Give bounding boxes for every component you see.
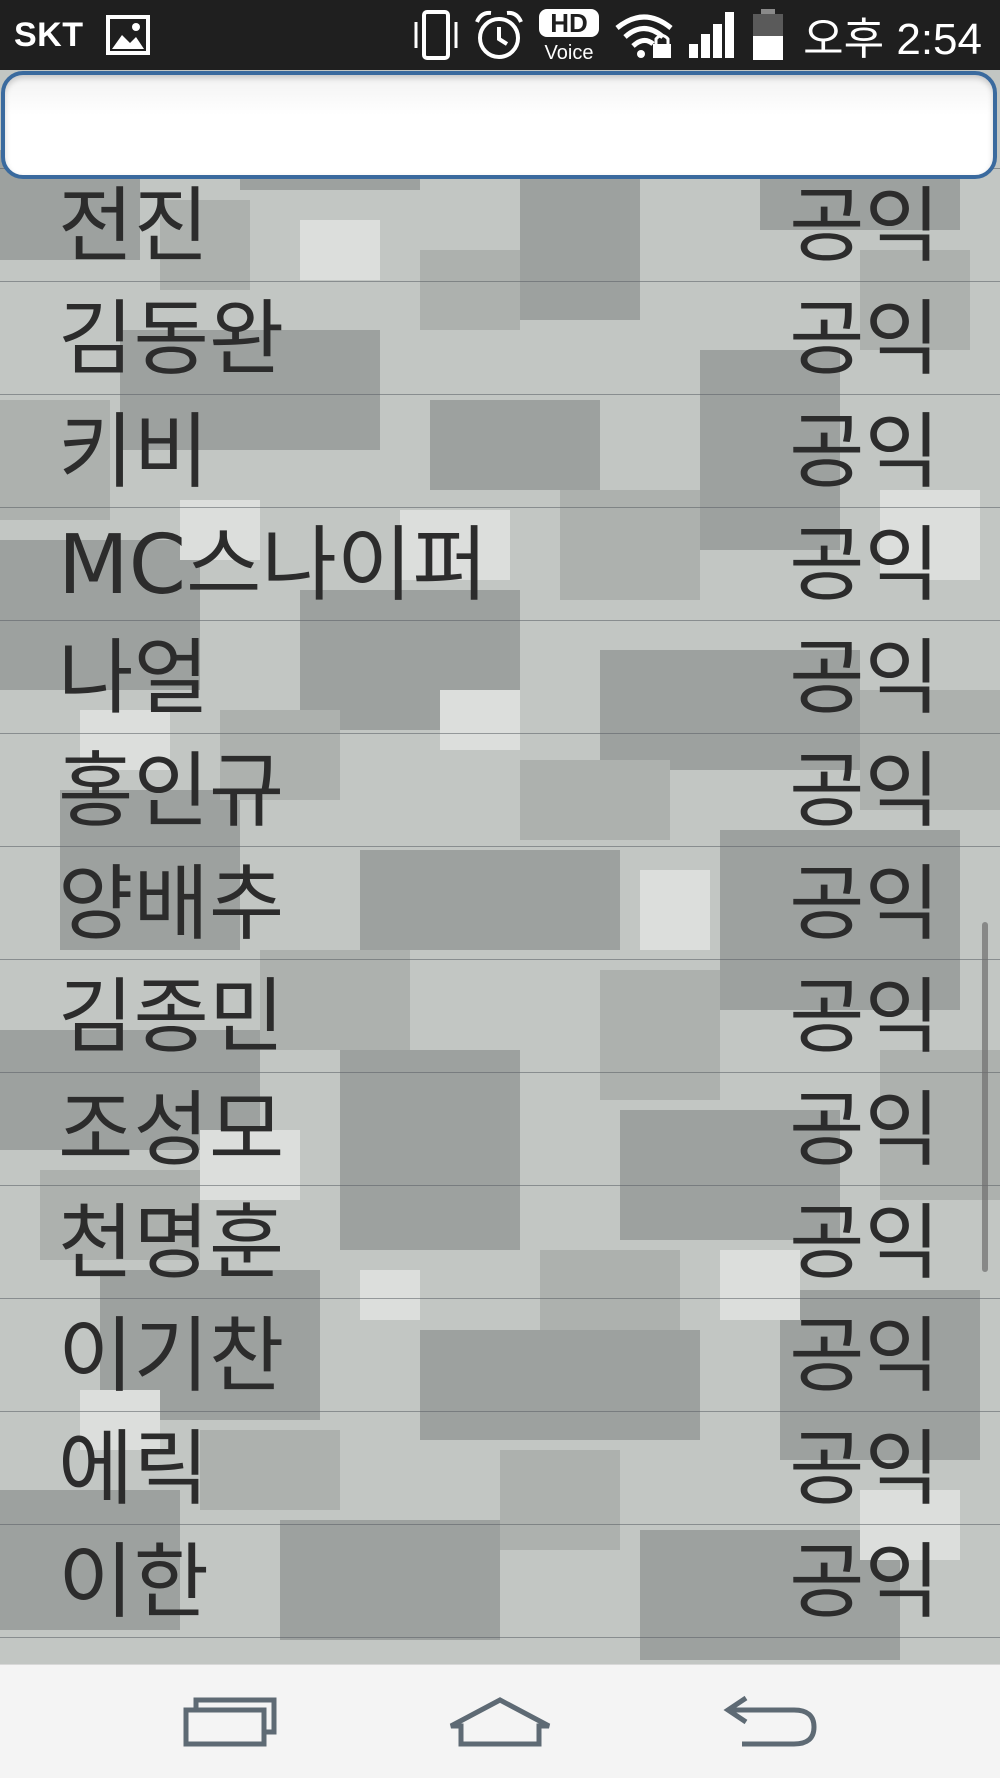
recent-apps-button[interactable] bbox=[130, 1665, 330, 1778]
signal-strength-icon bbox=[687, 10, 739, 60]
image-notification-icon bbox=[105, 15, 150, 55]
list-item[interactable]: 홍인규 공익 bbox=[0, 734, 1000, 847]
item-name: 천명훈 bbox=[58, 1196, 285, 1291]
item-name: 키비 bbox=[58, 405, 209, 500]
scrollbar-thumb[interactable] bbox=[982, 922, 988, 1272]
list-item[interactable]: 이기찬 공익 bbox=[0, 1299, 1000, 1412]
item-name: 홍인규 bbox=[58, 744, 285, 839]
navigation-bar bbox=[0, 1664, 1000, 1778]
item-type: 공익 bbox=[789, 1309, 940, 1404]
alarm-clock-icon bbox=[473, 8, 525, 62]
hd-label: HD bbox=[550, 8, 588, 38]
item-type: 공익 bbox=[789, 1535, 940, 1630]
item-name: 전진 bbox=[58, 179, 209, 274]
item-type: 공익 bbox=[789, 970, 940, 1065]
item-name: 나얼 bbox=[58, 631, 209, 726]
list-area[interactable]: 빽가 공익 전진 공익 김동완 공익 키비 공익 MC스나이퍼 공익 나얼 공익… bbox=[0, 70, 1000, 1664]
item-type: 공익 bbox=[789, 1422, 940, 1517]
list-item[interactable]: MC스나이퍼 공익 bbox=[0, 508, 1000, 621]
clock-time: 오후 2:54 bbox=[803, 15, 982, 64]
item-name: 조성모 bbox=[58, 1083, 285, 1178]
home-button[interactable] bbox=[400, 1665, 600, 1778]
list-item[interactable]: 김종민 공익 bbox=[0, 960, 1000, 1073]
carrier-label: SKT bbox=[14, 15, 84, 54]
item-type: 공익 bbox=[789, 1083, 940, 1178]
item-type: 공익 bbox=[789, 179, 940, 274]
home-icon bbox=[445, 1694, 555, 1750]
item-name: 이기찬 bbox=[58, 1309, 285, 1404]
item-type: 공익 bbox=[789, 744, 940, 839]
item-name: 김종민 bbox=[58, 970, 285, 1065]
item-name: 김동완 bbox=[58, 292, 285, 387]
item-name: 양배추 bbox=[58, 857, 285, 952]
status-bar: SKT HD Voice 오후 2:54 bbox=[0, 0, 1000, 70]
item-type: 공익 bbox=[789, 405, 940, 500]
item-name: MC스나이퍼 bbox=[58, 518, 488, 613]
recent-apps-icon bbox=[180, 1696, 280, 1748]
wifi-lock-icon bbox=[613, 10, 675, 60]
item-type: 공익 bbox=[789, 518, 940, 613]
list-item[interactable]: 키비 공익 bbox=[0, 395, 1000, 508]
vibrate-icon bbox=[411, 8, 461, 62]
battery-icon bbox=[751, 8, 785, 62]
back-button[interactable] bbox=[670, 1665, 870, 1778]
list-item[interactable]: 전진 공익 bbox=[0, 169, 1000, 282]
back-icon bbox=[720, 1694, 820, 1750]
list-item[interactable]: 천명훈 공익 bbox=[0, 1186, 1000, 1299]
hd-voice-icon: HD Voice bbox=[537, 7, 601, 63]
status-left: SKT bbox=[14, 0, 150, 70]
list-item[interactable]: 김동완 공익 bbox=[0, 282, 1000, 395]
item-type: 공익 bbox=[789, 292, 940, 387]
list-item[interactable]: 조성모 공익 bbox=[0, 1073, 1000, 1186]
item-type: 공익 bbox=[789, 857, 940, 952]
item-type: 공익 bbox=[789, 631, 940, 726]
voice-label: Voice bbox=[545, 42, 594, 63]
item-type: 공익 bbox=[789, 1196, 940, 1291]
item-name: 에릭 bbox=[58, 1422, 209, 1517]
list-item[interactable]: 나얼 공익 bbox=[0, 621, 1000, 734]
list-item[interactable]: 이한 공익 bbox=[0, 1525, 1000, 1638]
status-right: HD Voice 오후 2:54 bbox=[411, 0, 982, 70]
list-item[interactable]: 에릭 공익 bbox=[0, 1412, 1000, 1525]
search-input[interactable] bbox=[1, 71, 997, 179]
list-item[interactable]: 양배추 공익 bbox=[0, 847, 1000, 960]
item-name: 이한 bbox=[58, 1535, 209, 1630]
